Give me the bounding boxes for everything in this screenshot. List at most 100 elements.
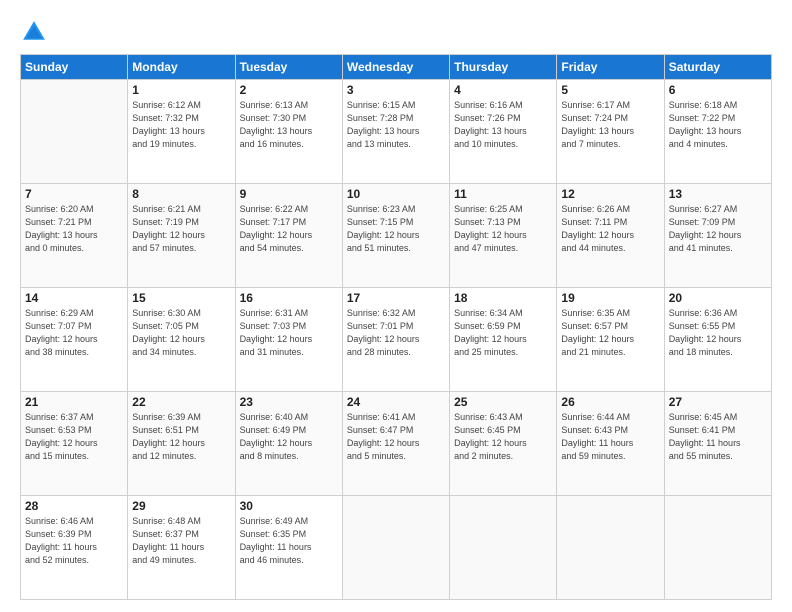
calendar-cell xyxy=(664,496,771,600)
calendar-cell: 18 Sunrise: 6:34 AM Sunset: 6:59 PM Dayli… xyxy=(450,288,557,392)
day-info: Sunrise: 6:36 AM Sunset: 6:55 PM Dayligh… xyxy=(669,307,767,359)
calendar-cell: 10 Sunrise: 6:23 AM Sunset: 7:15 PM Dayli… xyxy=(342,184,449,288)
day-number: 9 xyxy=(240,187,338,201)
day-info: Sunrise: 6:34 AM Sunset: 6:59 PM Dayligh… xyxy=(454,307,552,359)
weekday-header-row: SundayMondayTuesdayWednesdayThursdayFrid… xyxy=(21,55,772,80)
calendar-cell: 25 Sunrise: 6:43 AM Sunset: 6:45 PM Dayli… xyxy=(450,392,557,496)
day-info: Sunrise: 6:49 AM Sunset: 6:35 PM Dayligh… xyxy=(240,515,338,567)
calendar-cell: 14 Sunrise: 6:29 AM Sunset: 7:07 PM Dayli… xyxy=(21,288,128,392)
day-number: 11 xyxy=(454,187,552,201)
calendar-cell: 8 Sunrise: 6:21 AM Sunset: 7:19 PM Daylig… xyxy=(128,184,235,288)
calendar-cell xyxy=(450,496,557,600)
day-info: Sunrise: 6:16 AM Sunset: 7:26 PM Dayligh… xyxy=(454,99,552,151)
day-info: Sunrise: 6:40 AM Sunset: 6:49 PM Dayligh… xyxy=(240,411,338,463)
day-number: 3 xyxy=(347,83,445,97)
calendar-cell: 9 Sunrise: 6:22 AM Sunset: 7:17 PM Daylig… xyxy=(235,184,342,288)
day-number: 20 xyxy=(669,291,767,305)
weekday-header-wednesday: Wednesday xyxy=(342,55,449,80)
day-info: Sunrise: 6:22 AM Sunset: 7:17 PM Dayligh… xyxy=(240,203,338,255)
header xyxy=(20,18,772,46)
calendar-cell: 5Sunrise: 6:17 AM Sunset: 7:24 PM Daylig… xyxy=(557,80,664,184)
day-info: Sunrise: 6:44 AM Sunset: 6:43 PM Dayligh… xyxy=(561,411,659,463)
calendar-cell: 23 Sunrise: 6:40 AM Sunset: 6:49 PM Dayli… xyxy=(235,392,342,496)
day-info: Sunrise: 6:45 AM Sunset: 6:41 PM Dayligh… xyxy=(669,411,767,463)
day-number: 7 xyxy=(25,187,123,201)
day-info: Sunrise: 6:21 AM Sunset: 7:19 PM Dayligh… xyxy=(132,203,230,255)
calendar-cell: 27 Sunrise: 6:45 AM Sunset: 6:41 PM Dayli… xyxy=(664,392,771,496)
calendar-cell xyxy=(342,496,449,600)
day-info: Sunrise: 6:20 AM Sunset: 7:21 PM Dayligh… xyxy=(25,203,123,255)
day-info: Sunrise: 6:35 AM Sunset: 6:57 PM Dayligh… xyxy=(561,307,659,359)
week-row-1: 1Sunrise: 6:12 AM Sunset: 7:32 PM Daylig… xyxy=(21,80,772,184)
day-info: Sunrise: 6:26 AM Sunset: 7:11 PM Dayligh… xyxy=(561,203,659,255)
calendar-cell: 11 Sunrise: 6:25 AM Sunset: 7:13 PM Dayli… xyxy=(450,184,557,288)
calendar-cell: 24 Sunrise: 6:41 AM Sunset: 6:47 PM Dayli… xyxy=(342,392,449,496)
calendar-cell: 13 Sunrise: 6:27 AM Sunset: 7:09 PM Dayli… xyxy=(664,184,771,288)
week-row-4: 21 Sunrise: 6:37 AM Sunset: 6:53 PM Dayli… xyxy=(21,392,772,496)
day-number: 21 xyxy=(25,395,123,409)
day-number: 19 xyxy=(561,291,659,305)
day-info: Sunrise: 6:31 AM Sunset: 7:03 PM Dayligh… xyxy=(240,307,338,359)
day-number: 18 xyxy=(454,291,552,305)
calendar-cell: 29 Sunrise: 6:48 AM Sunset: 6:37 PM Dayli… xyxy=(128,496,235,600)
week-row-2: 7 Sunrise: 6:20 AM Sunset: 7:21 PM Daylig… xyxy=(21,184,772,288)
calendar-cell: 7 Sunrise: 6:20 AM Sunset: 7:21 PM Daylig… xyxy=(21,184,128,288)
day-info: Sunrise: 6:27 AM Sunset: 7:09 PM Dayligh… xyxy=(669,203,767,255)
day-info: Sunrise: 6:48 AM Sunset: 6:37 PM Dayligh… xyxy=(132,515,230,567)
day-info: Sunrise: 6:15 AM Sunset: 7:28 PM Dayligh… xyxy=(347,99,445,151)
calendar-cell xyxy=(557,496,664,600)
day-number: 30 xyxy=(240,499,338,513)
day-number: 25 xyxy=(454,395,552,409)
calendar-cell: 16 Sunrise: 6:31 AM Sunset: 7:03 PM Dayli… xyxy=(235,288,342,392)
calendar-cell: 15Sunrise: 6:30 AM Sunset: 7:05 PM Dayli… xyxy=(128,288,235,392)
day-info: Sunrise: 6:23 AM Sunset: 7:15 PM Dayligh… xyxy=(347,203,445,255)
calendar-cell: 2 Sunrise: 6:13 AM Sunset: 7:30 PM Daylig… xyxy=(235,80,342,184)
day-number: 29 xyxy=(132,499,230,513)
day-info: Sunrise: 6:25 AM Sunset: 7:13 PM Dayligh… xyxy=(454,203,552,255)
day-number: 27 xyxy=(669,395,767,409)
calendar-cell: 4Sunrise: 6:16 AM Sunset: 7:26 PM Daylig… xyxy=(450,80,557,184)
calendar-cell: 21 Sunrise: 6:37 AM Sunset: 6:53 PM Dayli… xyxy=(21,392,128,496)
day-info: Sunrise: 6:41 AM Sunset: 6:47 PM Dayligh… xyxy=(347,411,445,463)
day-number: 28 xyxy=(25,499,123,513)
day-info: Sunrise: 6:13 AM Sunset: 7:30 PM Dayligh… xyxy=(240,99,338,151)
day-number: 10 xyxy=(347,187,445,201)
weekday-header-sunday: Sunday xyxy=(21,55,128,80)
weekday-header-monday: Monday xyxy=(128,55,235,80)
day-number: 15 xyxy=(132,291,230,305)
calendar-cell: 1Sunrise: 6:12 AM Sunset: 7:32 PM Daylig… xyxy=(128,80,235,184)
logo xyxy=(20,18,52,46)
day-number: 13 xyxy=(669,187,767,201)
day-number: 2 xyxy=(240,83,338,97)
weekday-header-saturday: Saturday xyxy=(664,55,771,80)
day-number: 12 xyxy=(561,187,659,201)
logo-icon xyxy=(20,18,48,46)
calendar-cell: 26Sunrise: 6:44 AM Sunset: 6:43 PM Dayli… xyxy=(557,392,664,496)
weekday-header-tuesday: Tuesday xyxy=(235,55,342,80)
week-row-3: 14 Sunrise: 6:29 AM Sunset: 7:07 PM Dayli… xyxy=(21,288,772,392)
week-row-5: 28 Sunrise: 6:46 AM Sunset: 6:39 PM Dayli… xyxy=(21,496,772,600)
calendar-cell: 28 Sunrise: 6:46 AM Sunset: 6:39 PM Dayli… xyxy=(21,496,128,600)
weekday-header-thursday: Thursday xyxy=(450,55,557,80)
day-info: Sunrise: 6:46 AM Sunset: 6:39 PM Dayligh… xyxy=(25,515,123,567)
day-info: Sunrise: 6:18 AM Sunset: 7:22 PM Dayligh… xyxy=(669,99,767,151)
day-info: Sunrise: 6:37 AM Sunset: 6:53 PM Dayligh… xyxy=(25,411,123,463)
day-info: Sunrise: 6:43 AM Sunset: 6:45 PM Dayligh… xyxy=(454,411,552,463)
day-info: Sunrise: 6:29 AM Sunset: 7:07 PM Dayligh… xyxy=(25,307,123,359)
day-info: Sunrise: 6:17 AM Sunset: 7:24 PM Dayligh… xyxy=(561,99,659,151)
calendar-cell: 30 Sunrise: 6:49 AM Sunset: 6:35 PM Dayli… xyxy=(235,496,342,600)
day-number: 23 xyxy=(240,395,338,409)
day-number: 24 xyxy=(347,395,445,409)
day-info: Sunrise: 6:32 AM Sunset: 7:01 PM Dayligh… xyxy=(347,307,445,359)
calendar-cell: 22Sunrise: 6:39 AM Sunset: 6:51 PM Dayli… xyxy=(128,392,235,496)
calendar-cell: 12 Sunrise: 6:26 AM Sunset: 7:11 PM Dayli… xyxy=(557,184,664,288)
day-number: 1 xyxy=(132,83,230,97)
day-number: 17 xyxy=(347,291,445,305)
calendar: SundayMondayTuesdayWednesdayThursdayFrid… xyxy=(20,54,772,600)
day-number: 14 xyxy=(25,291,123,305)
calendar-cell: 3 Sunrise: 6:15 AM Sunset: 7:28 PM Daylig… xyxy=(342,80,449,184)
day-number: 16 xyxy=(240,291,338,305)
day-number: 22 xyxy=(132,395,230,409)
day-number: 8 xyxy=(132,187,230,201)
calendar-cell: 19 Sunrise: 6:35 AM Sunset: 6:57 PM Dayli… xyxy=(557,288,664,392)
